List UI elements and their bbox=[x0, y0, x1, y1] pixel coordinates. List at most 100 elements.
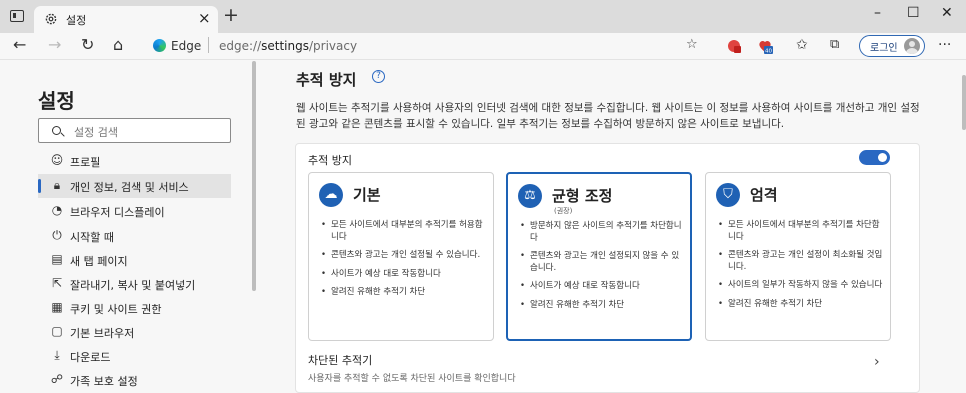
search-placeholder: 설정 검색 bbox=[74, 126, 118, 139]
help-icon[interactable]: ? bbox=[372, 70, 385, 83]
list-item: 사이트가 예상 대로 작동합니다 bbox=[321, 269, 487, 281]
sidebar-item-label: 개인 정보, 검색 및 서비스 bbox=[70, 181, 189, 194]
extension-badge-icon[interactable]: 40 bbox=[757, 38, 773, 54]
extension-red-icon[interactable] bbox=[726, 38, 742, 54]
family-icon: ☍ bbox=[50, 372, 64, 386]
sidebar-item-label: 다운로드 bbox=[70, 351, 111, 364]
address-edge-label: Edge bbox=[171, 39, 202, 53]
power-icon: ⏻ bbox=[52, 228, 62, 242]
sidebar-item-family[interactable]: ☍ 가족 보호 설정 bbox=[38, 368, 231, 392]
blocked-trackers-title: 차단된 추적기 bbox=[308, 354, 373, 367]
blocked-trackers-row[interactable]: 차단된 추적기 사용자를 추적할 수 없도록 차단된 사이트를 확인합니다 › bbox=[308, 352, 898, 388]
back-button[interactable]: ← bbox=[13, 36, 26, 54]
list-item: 알려진 유해한 추적기 차단 bbox=[321, 287, 487, 299]
sidebar-item-label: 쿠키 및 사이트 권한 bbox=[70, 303, 162, 316]
tracking-prevention-toggle[interactable] bbox=[859, 150, 890, 165]
sidebar-item-share-copy-paste[interactable]: ⇱ 잘라내기, 복사 및 붙여넣기 bbox=[38, 272, 231, 296]
edge-logo-icon bbox=[153, 39, 166, 52]
tab-close-icon[interactable]: × bbox=[198, 9, 211, 27]
palette-icon: ◔ bbox=[51, 203, 63, 217]
more-menu-icon[interactable]: ··· bbox=[938, 37, 951, 53]
basic-icon: ☁ bbox=[319, 183, 343, 207]
card-strict[interactable]: ⛉ 엄격 모든 사이트에서 대부분의 추적기를 차단합니다 콘텐츠와 광고는 개… bbox=[705, 172, 891, 341]
download-icon: ⤓ bbox=[54, 348, 60, 362]
sidebar-item-label: 시작할 때 bbox=[70, 231, 114, 244]
add-favorite-icon[interactable]: ☆ bbox=[686, 37, 698, 52]
list-item: 모든 사이트에서 대부분의 추적기를 허용합니다 bbox=[321, 220, 487, 243]
window-menu-icon[interactable] bbox=[10, 10, 24, 22]
close-window-button[interactable]: ✕ bbox=[941, 5, 953, 21]
gear-icon bbox=[45, 13, 57, 25]
new-tab-page-icon: ▤ bbox=[51, 252, 63, 266]
card-title: 기본 bbox=[353, 186, 381, 204]
home-button[interactable]: ⌂ bbox=[113, 36, 123, 54]
sidebar-item-label: 프로필 bbox=[70, 156, 101, 169]
privacy-main: 추적 방지 ? 웹 사이트는 추적기를 사용하여 사용자의 인터넷 검색에 대한… bbox=[256, 61, 966, 393]
sidebar-item-cookies[interactable]: ▦ 쿠키 및 사이트 권한 bbox=[38, 296, 231, 320]
extension-badge-count: 40 bbox=[765, 49, 772, 55]
sidebar-item-downloads[interactable]: ⤓ 다운로드 bbox=[38, 344, 231, 368]
panel-label: 추적 방지 bbox=[308, 154, 352, 167]
toolbar: ← → ↻ ⌂ Edge edge://settings/privacy ☆ 4… bbox=[0, 33, 966, 60]
sidebar-item-on-startup[interactable]: ⏻ 시작할 때 bbox=[38, 224, 231, 248]
sidebar-item-label: 브라우저 디스플레이 bbox=[70, 206, 165, 219]
blocked-trackers-subtitle: 사용자를 추적할 수 없도록 차단된 사이트를 확인합니다 bbox=[308, 374, 516, 384]
list-item: 모든 사이트에서 대부분의 추적기를 차단합니다 bbox=[718, 220, 884, 243]
search-icon bbox=[52, 126, 61, 135]
maximize-button[interactable]: ☐ bbox=[907, 5, 920, 21]
tab-settings[interactable]: 설정 × bbox=[34, 6, 218, 33]
main-scrollbar[interactable] bbox=[962, 75, 966, 130]
lock-icon: 🔒︎ bbox=[53, 178, 61, 192]
page-title: 추적 방지 bbox=[296, 71, 357, 89]
browser-icon: ▢ bbox=[51, 324, 63, 338]
list-item: 콘텐츠와 광고는 개인 설정될 수 있습니다. bbox=[321, 250, 487, 262]
title-bar: 설정 × + – ☐ ✕ bbox=[0, 0, 966, 33]
sidebar-item-default-browser[interactable]: ▢ 기본 브라우저 bbox=[38, 320, 231, 344]
card-title: 균형 조정 bbox=[552, 187, 613, 205]
cookie-icon: ▦ bbox=[51, 300, 63, 314]
card-bullets: 모든 사이트에서 대부분의 추적기를 차단합니다 콘텐츠와 광고는 개인 설정이… bbox=[718, 220, 884, 317]
login-button[interactable]: 로그인 bbox=[859, 35, 925, 57]
new-tab-button[interactable]: + bbox=[223, 6, 239, 25]
settings-sidebar: 설정 설정 검색 ☺ 프로필 🔒︎ 개인 정보, 검색 및 서비스 ◔ 브라우저… bbox=[0, 61, 256, 393]
sidebar-item-label: 새 탭 페이지 bbox=[70, 255, 128, 268]
sidebar-item-new-tab-page[interactable]: ▤ 새 탭 페이지 bbox=[38, 248, 231, 272]
favorites-icon[interactable]: ✩ bbox=[796, 36, 808, 54]
avatar-icon bbox=[904, 38, 920, 54]
list-item: 방문하지 않은 사이트의 추적기를 차단합니다 bbox=[520, 221, 686, 244]
list-item: 알려진 유해한 추적기 차단 bbox=[520, 300, 686, 312]
balanced-scale-icon: ⚖ bbox=[518, 184, 542, 208]
address-url[interactable]: edge://settings/privacy bbox=[219, 39, 357, 53]
sidebar-item-appearance[interactable]: ◔ 브라우저 디스플레이 bbox=[38, 199, 231, 223]
strict-shield-icon: ⛉ bbox=[716, 183, 740, 207]
card-balanced[interactable]: ⚖ 균형 조정 (권장) 방문하지 않은 사이트의 추적기를 차단합니다 콘텐츠… bbox=[506, 172, 692, 341]
sidebar-item-profile[interactable]: ☺ 프로필 bbox=[38, 149, 231, 173]
minimize-button[interactable]: – bbox=[874, 5, 881, 21]
sidebar-item-label: 기본 브라우저 bbox=[70, 327, 135, 340]
card-bullets: 모든 사이트에서 대부분의 추적기를 허용합니다 콘텐츠와 광고는 개인 설정될… bbox=[321, 220, 487, 306]
card-title: 엄격 bbox=[750, 186, 778, 204]
forward-button[interactable]: → bbox=[48, 36, 61, 54]
list-item: 알려진 유해한 추적기 차단 bbox=[718, 299, 884, 311]
sidebar-item-label: 가족 보호 설정 bbox=[70, 375, 138, 388]
tracking-prevention-panel: 추적 방지 ☁ 기본 모든 사이트에서 대부분의 추적기를 허용합니다 콘텐츠와… bbox=[295, 143, 920, 393]
login-label: 로그인 bbox=[870, 43, 898, 54]
list-item: 사이트가 예상 대로 작동합니다 bbox=[520, 281, 686, 293]
list-item: 콘텐츠와 광고는 개인 설정이 최소화될 것입니다. bbox=[718, 250, 884, 273]
settings-search-input[interactable]: 설정 검색 bbox=[38, 118, 231, 143]
card-bullets: 방문하지 않은 사이트의 추적기를 차단합니다 콘텐츠와 광고는 개인 설정되지… bbox=[520, 221, 686, 318]
tab-title: 설정 bbox=[66, 14, 87, 27]
address-separator bbox=[208, 37, 209, 53]
sidebar-item-privacy[interactable]: 🔒︎ 개인 정보, 검색 및 서비스 bbox=[38, 174, 231, 198]
refresh-button[interactable]: ↻ bbox=[81, 36, 94, 54]
sidebar-item-label: 잘라내기, 복사 및 붙여넣기 bbox=[70, 279, 196, 292]
card-basic[interactable]: ☁ 기본 모든 사이트에서 대부분의 추적기를 허용합니다 콘텐츠와 광고는 개… bbox=[308, 172, 494, 341]
profile-icon: ☺ bbox=[50, 153, 64, 167]
chevron-right-icon: › bbox=[874, 354, 880, 370]
address-bar[interactable]: Edge edge://settings/privacy ☆ bbox=[145, 34, 710, 58]
share-icon: ⇱ bbox=[51, 276, 63, 290]
sidebar-title: 설정 bbox=[38, 89, 75, 113]
collections-icon[interactable]: ⧉ bbox=[830, 36, 839, 54]
card-recommended: (권장) bbox=[554, 207, 573, 215]
list-item: 콘텐츠와 광고는 개인 설정되지 않을 수 있습니다. bbox=[520, 251, 686, 274]
